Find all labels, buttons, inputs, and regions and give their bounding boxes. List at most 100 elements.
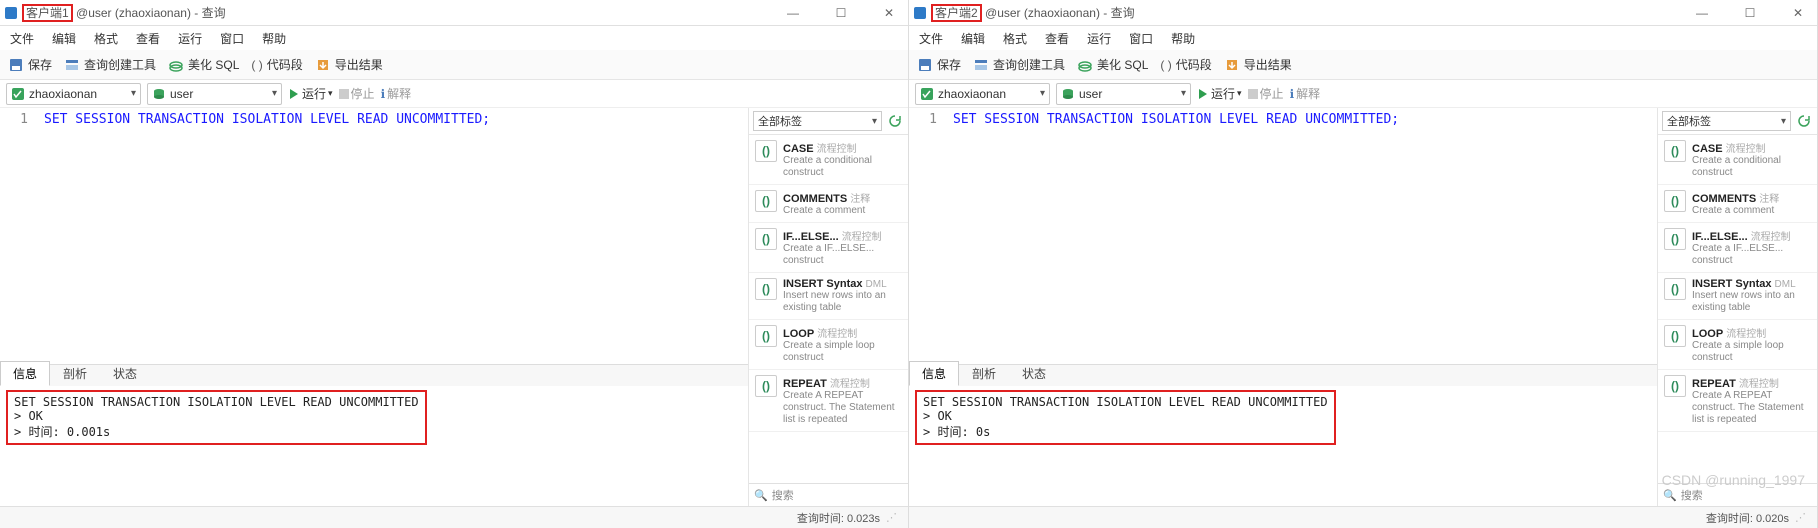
menubar: 文件 编辑 格式 查看 运行 窗口 帮助: [0, 26, 908, 50]
menu-file[interactable]: 文件: [919, 30, 943, 47]
menu-edit[interactable]: 编辑: [52, 30, 76, 47]
menu-run[interactable]: 运行: [1087, 30, 1111, 47]
sql-editor[interactable]: 1 SET SESSION TRANSACTION ISOLATION LEVE…: [909, 108, 1657, 364]
menu-file[interactable]: 文件: [10, 30, 34, 47]
list-item[interactable]: ()IF...ELSE... 流程控制Create a IF...ELSE...…: [1658, 223, 1817, 273]
explain-icon: ℹ: [381, 87, 386, 101]
list-item[interactable]: ()REPEAT 流程控制Create A REPEAT construct. …: [1658, 370, 1817, 432]
menu-window[interactable]: 窗口: [1129, 30, 1153, 47]
line-gutter: 1: [909, 108, 947, 364]
explain-button[interactable]: ℹ解释: [381, 85, 412, 102]
refresh-icon[interactable]: [1795, 112, 1813, 130]
stop-button[interactable]: 停止: [339, 85, 375, 102]
export-icon: [1224, 57, 1240, 73]
run-button[interactable]: 运行▾: [1197, 85, 1242, 102]
menu-format[interactable]: 格式: [1003, 30, 1027, 47]
snippet-search[interactable]: 🔍搜索: [749, 483, 908, 506]
chevron-down-icon: ▾: [1781, 116, 1786, 127]
list-item[interactable]: ()CASE 流程控制Create a conditional construc…: [1658, 135, 1817, 185]
list-item[interactable]: ()IF...ELSE... 流程控制Create a IF...ELSE...…: [749, 223, 908, 273]
connection-select[interactable]: zhaoxiaonan▾: [6, 83, 141, 105]
toolbar: 保存 查询创建工具 美化 SQL ( )代码段 导出结果: [0, 50, 908, 80]
menu-run[interactable]: 运行: [178, 30, 202, 47]
statusbar: 查询时间: 0.020s ⋰: [909, 506, 1817, 528]
result-tabs: 信息 剖析 状态: [0, 364, 748, 386]
menu-edit[interactable]: 编辑: [961, 30, 985, 47]
list-item[interactable]: ()REPEAT 流程控制Create A REPEAT construct. …: [749, 370, 908, 432]
tags-select[interactable]: 全部标签▾: [1662, 111, 1791, 131]
tab-info[interactable]: 信息: [0, 361, 50, 386]
save-icon: [8, 57, 24, 73]
menu-help[interactable]: 帮助: [262, 30, 286, 47]
explain-button[interactable]: ℹ解释: [1290, 85, 1321, 102]
menu-help[interactable]: 帮助: [1171, 30, 1195, 47]
snippet-search[interactable]: 🔍搜索: [1658, 483, 1817, 506]
output-time: > 时间: 0s: [923, 423, 1328, 440]
query-builder-button[interactable]: 查询创建工具: [64, 56, 156, 73]
snippet-list: ()CASE 流程控制Create a conditional construc…: [1658, 135, 1817, 483]
save-button[interactable]: 保存: [917, 56, 961, 73]
minimize-button[interactable]: —: [1687, 6, 1717, 20]
play-icon: [1197, 88, 1209, 100]
snippet-button[interactable]: ( )代码段: [251, 56, 302, 73]
stop-icon: [339, 89, 349, 99]
window-title: 客户端1 @user (zhaoxiaonan) - 查询: [22, 4, 226, 21]
refresh-icon[interactable]: [886, 112, 904, 130]
close-button[interactable]: ✕: [874, 6, 904, 20]
list-item[interactable]: ()INSERT Syntax DMLInsert new rows into …: [749, 273, 908, 320]
menu-window[interactable]: 窗口: [220, 30, 244, 47]
close-button[interactable]: ✕: [1783, 6, 1813, 20]
beautify-button[interactable]: 美化 SQL: [168, 56, 239, 73]
output-sql: SET SESSION TRANSACTION ISOLATION LEVEL …: [923, 395, 1328, 409]
resize-grip[interactable]: ⋰: [1795, 511, 1811, 524]
tab-status[interactable]: 状态: [1009, 361, 1059, 386]
search-icon: 🔍: [1663, 489, 1677, 502]
database-select[interactable]: user▾: [147, 83, 282, 105]
menu-view[interactable]: 查看: [1045, 30, 1069, 47]
list-item[interactable]: ()COMMENTS 注释Create a comment: [749, 185, 908, 223]
app-icon: [4, 6, 18, 20]
builder-icon: [973, 57, 989, 73]
maximize-button[interactable]: ☐: [1735, 6, 1765, 20]
list-item[interactable]: ()LOOP 流程控制Create a simple loop construc…: [749, 320, 908, 370]
sql-editor[interactable]: 1 SET SESSION TRANSACTION ISOLATION LEVE…: [0, 108, 748, 364]
app-icon: [913, 6, 927, 20]
menu-view[interactable]: 查看: [136, 30, 160, 47]
output-panel: SET SESSION TRANSACTION ISOLATION LEVEL …: [0, 386, 748, 506]
maximize-button[interactable]: ☐: [826, 6, 856, 20]
snippet-icon: (): [755, 325, 777, 347]
snippet-icon: (): [1664, 140, 1686, 162]
tab-analyze[interactable]: 剖析: [50, 361, 100, 386]
connection-row: zhaoxiaonan▾ user▾ 运行▾ 停止 ℹ解释: [0, 80, 908, 108]
query-builder-button[interactable]: 查询创建工具: [973, 56, 1065, 73]
tab-analyze[interactable]: 剖析: [959, 361, 1009, 386]
tab-info[interactable]: 信息: [909, 361, 959, 386]
snippet-button[interactable]: ( )代码段: [1160, 56, 1211, 73]
resize-grip[interactable]: ⋰: [886, 511, 902, 524]
tab-status[interactable]: 状态: [100, 361, 150, 386]
export-button[interactable]: 导出结果: [315, 56, 383, 73]
output-ok: > OK: [14, 409, 419, 423]
database-select[interactable]: user▾: [1056, 83, 1191, 105]
connection-icon: [920, 87, 934, 101]
stop-button[interactable]: 停止: [1248, 85, 1284, 102]
chevron-down-icon: ▾: [872, 116, 877, 127]
list-item[interactable]: ()LOOP 流程控制Create a simple loop construc…: [1658, 320, 1817, 370]
menu-format[interactable]: 格式: [94, 30, 118, 47]
list-item[interactable]: ()INSERT Syntax DMLInsert new rows into …: [1658, 273, 1817, 320]
output-sql: SET SESSION TRANSACTION ISOLATION LEVEL …: [14, 395, 419, 409]
run-button[interactable]: 运行▾: [288, 85, 333, 102]
minimize-button[interactable]: —: [778, 6, 808, 20]
output-highlight: SET SESSION TRANSACTION ISOLATION LEVEL …: [6, 390, 427, 445]
titlebar: 客户端2 @user (zhaoxiaonan) - 查询 — ☐ ✕: [909, 0, 1817, 26]
connection-select[interactable]: zhaoxiaonan▾: [915, 83, 1050, 105]
save-button[interactable]: 保存: [8, 56, 52, 73]
snippet-icon: (): [755, 140, 777, 162]
client-badge: 客户端1: [22, 4, 73, 22]
export-button[interactable]: 导出结果: [1224, 56, 1292, 73]
list-item[interactable]: ()COMMENTS 注释Create a comment: [1658, 185, 1817, 223]
list-item[interactable]: ()CASE 流程控制Create a conditional construc…: [749, 135, 908, 185]
beautify-button[interactable]: 美化 SQL: [1077, 56, 1148, 73]
output-time: > 时间: 0.001s: [14, 423, 419, 440]
tags-select[interactable]: 全部标签▾: [753, 111, 882, 131]
